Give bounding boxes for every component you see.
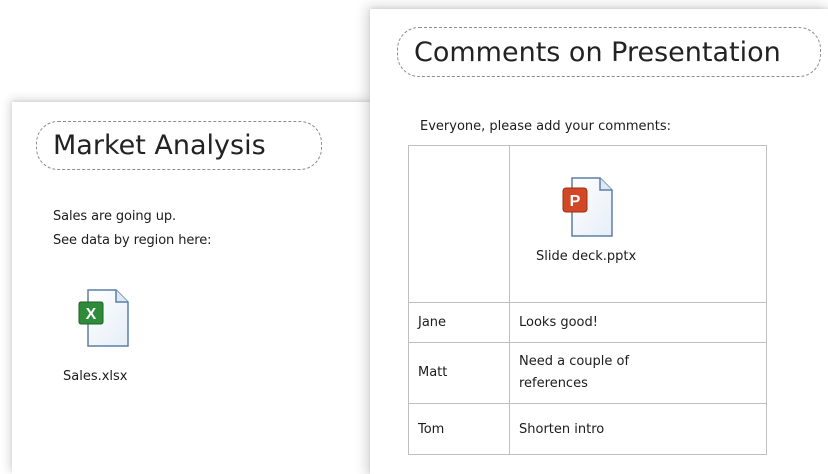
excel-file-icon[interactable]: X: [76, 288, 134, 354]
market-analysis-title-container[interactable]: Market Analysis: [36, 121, 322, 170]
comment-text[interactable]: Shorten intro: [509, 403, 767, 455]
table-row: Jane Looks good!: [408, 302, 767, 343]
svg-text:X: X: [86, 306, 97, 323]
market-analysis-text-line-2: See data by region here:: [53, 233, 212, 248]
table-row: Matt Need a couple of references: [408, 342, 767, 404]
comments-title: Comments on Presentation: [414, 36, 781, 68]
canvas: Market Analysis Sales are going up. See …: [0, 0, 828, 474]
comments-table: P Slide deck.pptx Jane Looks good! Matt …: [408, 145, 767, 455]
sales-xlsx-filename[interactable]: Sales.xlsx: [63, 369, 128, 384]
comments-instruction: Everyone, please add your comments:: [420, 119, 672, 134]
comment-text-wrapped: Need a couple of references: [519, 354, 630, 391]
slide-deck-filename[interactable]: Slide deck.pptx: [536, 249, 636, 264]
market-analysis-body: Sales are going up. See data by region h…: [53, 205, 212, 253]
market-analysis-text-line-1: Sales are going up.: [53, 209, 177, 224]
comment-text[interactable]: Looks good!: [509, 302, 767, 343]
attachment-cell[interactable]: P Slide deck.pptx: [509, 145, 767, 303]
comments-title-container[interactable]: Comments on Presentation: [397, 27, 821, 77]
comments-page: Comments on Presentation Everyone, pleas…: [370, 9, 828, 474]
commenter-name[interactable]: Tom: [408, 403, 510, 455]
comment-text[interactable]: Need a couple of references: [509, 342, 767, 404]
svg-text:P: P: [570, 193, 581, 210]
market-analysis-title: Market Analysis: [53, 130, 266, 161]
powerpoint-file-icon[interactable]: P: [560, 176, 618, 244]
table-cell-empty[interactable]: [408, 145, 510, 303]
table-row: P Slide deck.pptx: [408, 145, 767, 303]
table-row: Tom Shorten intro: [408, 403, 767, 455]
market-analysis-page: Market Analysis Sales are going up. See …: [12, 102, 372, 474]
commenter-name[interactable]: Matt: [408, 342, 510, 404]
commenter-name[interactable]: Jane: [408, 302, 510, 343]
